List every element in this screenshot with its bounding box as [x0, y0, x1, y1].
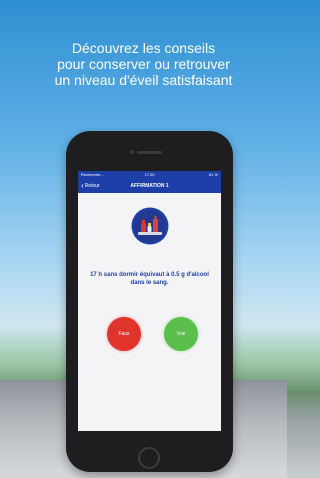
statement-line-1: 17 h sans dormir équivaut à 0.5 g d'alco…: [90, 272, 209, 278]
headline-line-2: pour conserver ou retrouver: [57, 56, 230, 72]
status-bar: Recherche... 17:20 61 %: [78, 171, 221, 179]
speaker-slot: [137, 151, 162, 154]
page-title: AFFIRMATION 1: [130, 183, 169, 189]
headline-line-1: Découvrez les conseils: [71, 40, 216, 56]
true-button[interactable]: Vrai: [164, 317, 198, 351]
clock: 17:20: [144, 172, 155, 177]
false-button[interactable]: Faux: [107, 317, 141, 351]
quiz-statement: 17 h sans dormir équivaut à 0.5 g d'alco…: [86, 271, 213, 287]
camera-dot: [130, 150, 134, 154]
nav-bar: ‹Retour AFFIRMATION 1: [78, 179, 221, 193]
promo-headline: Découvrez les conseils pour conserver ou…: [0, 40, 287, 88]
app-screen: Recherche... 17:20 61 % ‹Retour AFFIRMAT…: [78, 171, 221, 431]
statement-line-2: dans le sang.: [130, 280, 169, 286]
phone-frame: Recherche... 17:20 61 % ‹Retour AFFIRMAT…: [66, 131, 233, 472]
home-button[interactable]: [138, 447, 160, 469]
battery-level: 61 %: [208, 172, 218, 177]
drinks-illustration: [131, 207, 169, 245]
headline-line-3: un niveau d'éveil satisfaisant: [54, 72, 233, 88]
